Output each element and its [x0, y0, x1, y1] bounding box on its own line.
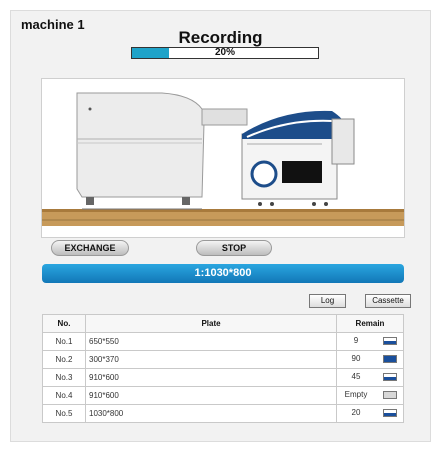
row-no: No.3 — [42, 368, 86, 387]
plate-half-icon — [383, 373, 397, 381]
plate-empty-icon — [383, 391, 397, 399]
cassette-button[interactable]: Cassette — [365, 294, 411, 308]
current-plate-size: 1:1030*800 — [42, 264, 404, 283]
row-no: No.5 — [42, 404, 86, 423]
row-plate: 300*370 — [85, 350, 337, 369]
plate-full-icon — [383, 355, 397, 363]
row-no: No.4 — [42, 386, 86, 405]
row-remain-value: Empty — [344, 390, 368, 399]
progress-text: 20% — [214, 47, 235, 58]
row-no: No.1 — [42, 332, 86, 351]
row-plate: 1030*800 — [85, 404, 337, 423]
row-remain: 45 — [336, 368, 404, 387]
plate-table: No. Plate Remain No.1 650*550 9 No.2 300… — [42, 314, 404, 423]
row-remain-value: 45 — [351, 372, 361, 381]
machine-illustration — [41, 78, 405, 238]
col-plate-header: Plate — [85, 314, 337, 333]
table-row: No.1 650*550 9 — [42, 332, 404, 351]
row-remain: 90 — [336, 350, 404, 369]
table-row: No.4 910*600 Empty — [42, 386, 404, 405]
row-plate: 910*600 — [85, 386, 337, 405]
row-plate: 910*600 — [85, 368, 337, 387]
row-no: No.2 — [42, 350, 86, 369]
table-row: No.5 1030*800 20 — [42, 404, 404, 423]
row-plate: 650*550 — [85, 332, 337, 351]
log-button[interactable]: Log — [309, 294, 346, 308]
row-remain: 20 — [336, 404, 404, 423]
exchange-button[interactable]: EXCHANGE — [51, 240, 129, 256]
col-remain-header: Remain — [336, 314, 404, 333]
col-no-header: No. — [42, 314, 86, 333]
progress-bar: 20% — [131, 47, 319, 59]
status-title: Recording — [178, 28, 263, 47]
plate-half-icon — [383, 409, 397, 417]
table-row: No.2 300*370 90 — [42, 350, 404, 369]
row-remain-value: 90 — [351, 354, 361, 363]
row-remain-value: 20 — [351, 408, 361, 417]
row-remain: Empty — [336, 386, 404, 405]
row-remain: 9 — [336, 332, 404, 351]
table-row: No.3 910*600 45 — [42, 368, 404, 387]
table-header-row: No. Plate Remain — [42, 314, 404, 333]
row-remain-value: 9 — [353, 336, 359, 345]
stop-button[interactable]: STOP — [196, 240, 272, 256]
plate-half-icon — [383, 337, 397, 345]
machine-illustration-graphic — [42, 92, 404, 226]
